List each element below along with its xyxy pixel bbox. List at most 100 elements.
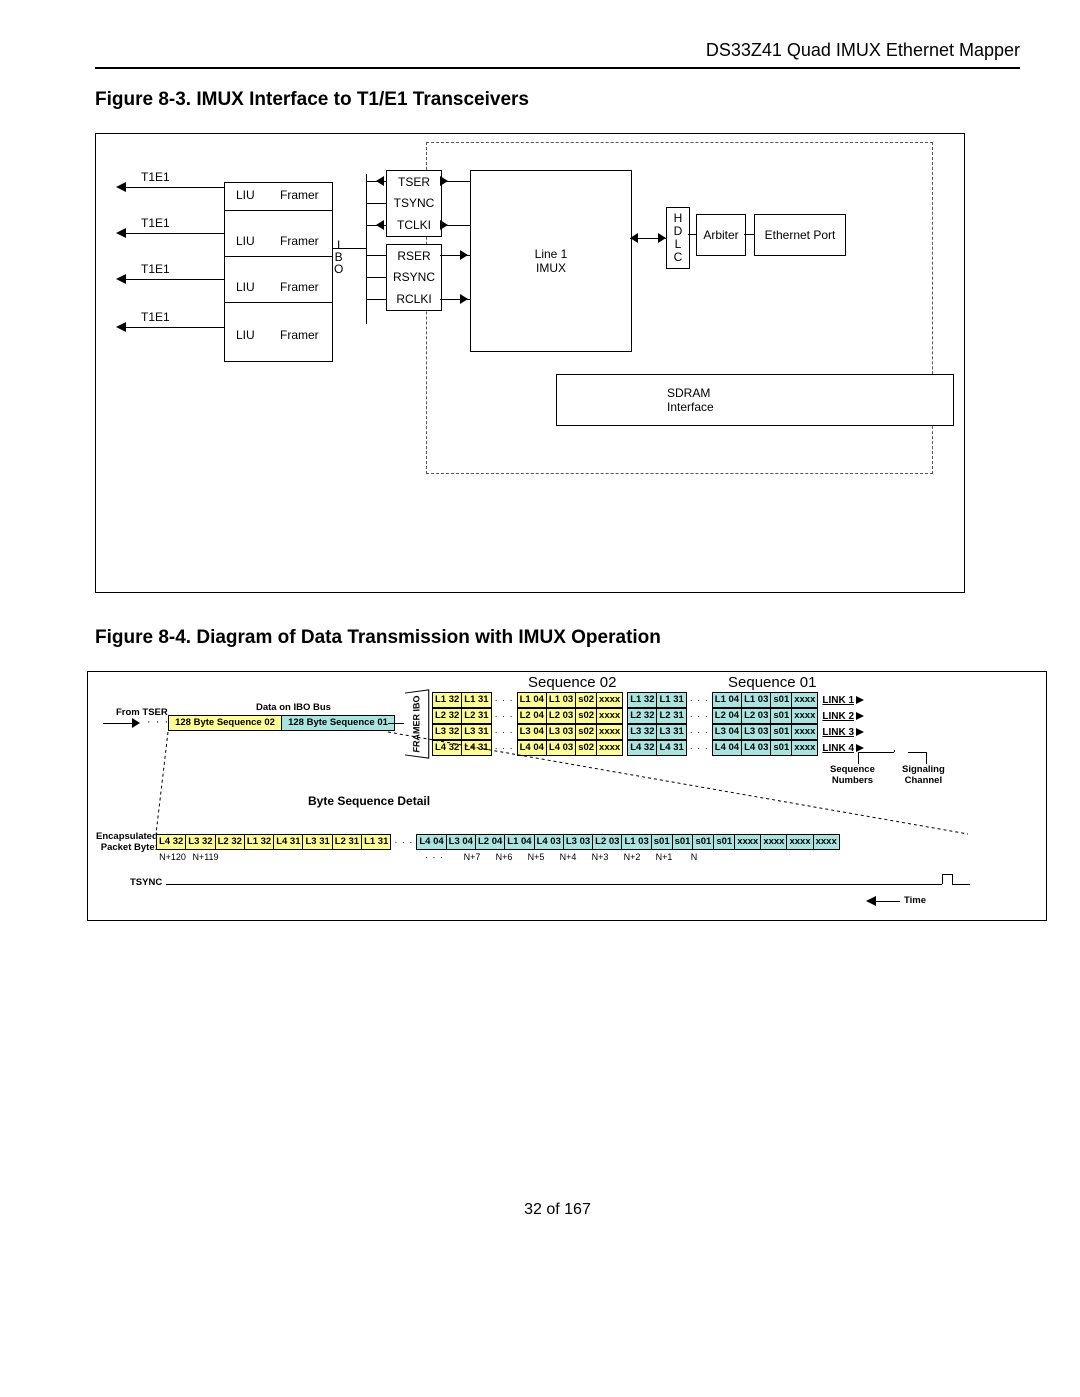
sig-tser: TSER xyxy=(386,170,442,194)
lane-cell: L3 31 xyxy=(462,724,491,740)
lane-cell: xxxx xyxy=(597,724,623,740)
seq-block-02: 128 Byte Sequence 02 xyxy=(168,715,282,731)
liu-4: LIU xyxy=(236,328,255,342)
lane-cell: L4 04 xyxy=(517,740,547,756)
detail-cell: L4 32 xyxy=(156,834,186,850)
detail-cell: L2 31 xyxy=(333,834,362,850)
detail-cell: L4 31 xyxy=(274,834,303,850)
lane-cell: s01 xyxy=(771,708,792,724)
arrow-t1e1-3 xyxy=(116,274,126,284)
ibo-bus-v xyxy=(366,174,367,324)
lane-cell: L2 03 xyxy=(742,708,771,724)
detail-cell: xxxx xyxy=(787,834,813,850)
row1-bottom xyxy=(224,210,332,211)
lane-cell: L2 32 xyxy=(432,708,462,724)
detail-cell: L4 03 xyxy=(535,834,564,850)
line1-imux-box: Line 1 IMUX xyxy=(470,170,632,352)
time-label: Time xyxy=(904,895,926,906)
byte-sequence-detail-label: Byte Sequence Detail xyxy=(308,794,430,808)
packet-byte-label: N+6 xyxy=(488,852,520,862)
link-label: LINK 1 xyxy=(818,695,856,706)
sig-tclki: TCLKI xyxy=(386,214,442,237)
packet-byte-label: N+2 xyxy=(616,852,648,862)
lane-cell: L2 32 xyxy=(627,708,657,724)
link-label: LINK 2 xyxy=(818,711,856,722)
arrow-t1e1-4 xyxy=(116,322,126,332)
sig-rser: RSER xyxy=(386,244,442,268)
framer-3: Framer xyxy=(280,280,319,294)
sig-rclki: RCLKI xyxy=(386,288,442,311)
lane-cell: xxxx xyxy=(792,708,818,724)
sig-tsync: TSYNC xyxy=(386,192,442,215)
arrow-t1e1-2 xyxy=(116,228,126,238)
lane-cell: L3 04 xyxy=(517,724,547,740)
lane-cell: xxxx xyxy=(597,740,623,756)
detail-cell: s01 xyxy=(714,834,735,850)
lane-cell: L4 03 xyxy=(547,740,576,756)
lane-cell: L2 31 xyxy=(462,708,491,724)
row3-bottom xyxy=(224,302,332,303)
lane-cell: L4 31 xyxy=(657,740,686,756)
t1e1-label-2: T1E1 xyxy=(141,216,170,230)
lane-cell: L1 31 xyxy=(657,692,686,708)
encapsulated-label: Encapsulated Packet Byte: xyxy=(96,831,158,853)
link-label: LINK 4 xyxy=(818,743,856,754)
lane-cell: L1 03 xyxy=(742,692,771,708)
lane-cell: xxxx xyxy=(597,708,623,724)
lane-cell: L3 03 xyxy=(547,724,576,740)
lane-cell: L4 32 xyxy=(627,740,657,756)
sig-rsync: RSYNC xyxy=(386,266,442,289)
seq-block-01: 128 Byte Sequence 01 xyxy=(282,715,395,731)
lane-cell: xxxx xyxy=(792,740,818,756)
line-t1e1-4 xyxy=(126,327,224,328)
lane-cell: L4 32 xyxy=(432,740,462,756)
packet-byte-label: N+1 xyxy=(648,852,680,862)
row2-bottom xyxy=(224,256,332,257)
sdram-interface-box: SDRAM Interface xyxy=(556,374,954,426)
page-footer: 32 of 167 xyxy=(95,1201,1020,1219)
t1e1-label-4: T1E1 xyxy=(141,310,170,324)
lane-cell: L2 04 xyxy=(712,708,742,724)
detail-cell: L3 32 xyxy=(186,834,215,850)
lane-cell: L1 31 xyxy=(462,692,491,708)
line-t1e1-2 xyxy=(126,233,224,234)
packet-byte-label: N+5 xyxy=(520,852,552,862)
packet-byte-label: N+119 xyxy=(189,852,222,862)
lane-cell: L1 04 xyxy=(517,692,547,708)
link-row: L4 32L4 31· · ·L4 04L4 03s02xxxxL4 32L4 … xyxy=(432,740,864,756)
figure-8-4-diagram: Sequence 02 Sequence 01 From TSER Data o… xyxy=(87,671,1047,921)
detail-cell: L3 03 xyxy=(564,834,593,850)
figure-8-3-title: Figure 8-3. IMUX Interface to T1/E1 Tran… xyxy=(95,89,1020,111)
lane-cell: xxxx xyxy=(597,692,623,708)
detail-cell: L4 04 xyxy=(416,834,446,850)
lane-cell: L3 04 xyxy=(712,724,742,740)
line-t1e1-3 xyxy=(126,279,224,280)
detail-cell: L1 32 xyxy=(245,834,274,850)
detail-cell: s01 xyxy=(652,834,673,850)
lane-cell: L3 32 xyxy=(627,724,657,740)
lane-cell: L1 32 xyxy=(432,692,462,708)
detail-cell: s01 xyxy=(673,834,694,850)
detail-cell: L2 03 xyxy=(593,834,622,850)
hdlc-box: H D L C xyxy=(666,207,690,269)
lane-cell: L1 32 xyxy=(627,692,657,708)
framer-2: Framer xyxy=(280,234,319,248)
packet-byte-label: N+3 xyxy=(584,852,616,862)
lane-cell: L2 04 xyxy=(517,708,547,724)
arbiter-box: Arbiter xyxy=(696,214,746,256)
link-label: LINK 3 xyxy=(818,727,856,738)
detail-cell: L2 04 xyxy=(476,834,505,850)
detail-cell: L1 03 xyxy=(622,834,651,850)
framer-4: Framer xyxy=(280,328,319,342)
figure-8-4-title: Figure 8-4. Diagram of Data Transmission… xyxy=(95,627,1020,649)
liu-2: LIU xyxy=(236,234,255,248)
framer-ibo-text: FRAMER IBO xyxy=(411,695,421,753)
lane-cell: xxxx xyxy=(792,724,818,740)
lane-cell: L2 31 xyxy=(657,708,686,724)
line-t1e1-1 xyxy=(126,187,224,188)
lane-cell: L1 04 xyxy=(712,692,742,708)
arrow-t1e1-1 xyxy=(116,182,126,192)
liu-1: LIU xyxy=(236,188,255,202)
lane-cell: s02 xyxy=(576,740,597,756)
liu-3: LIU xyxy=(236,280,255,294)
